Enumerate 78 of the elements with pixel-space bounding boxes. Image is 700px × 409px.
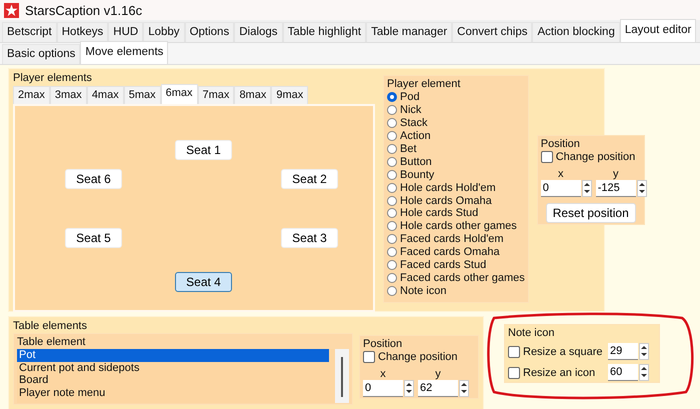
group-title: Player elements	[13, 71, 92, 85]
number-field[interactable]: 0	[363, 380, 403, 397]
group-title: Player element	[387, 77, 460, 91]
radio-option[interactable]: Faced cards Hold'em	[387, 232, 525, 246]
tab[interactable]: Action blocking	[532, 22, 620, 42]
radio-option[interactable]: Faced cards Stud	[387, 258, 525, 272]
list-item[interactable]: Pot	[17, 349, 329, 362]
checkbox-option[interactable]: Change position	[363, 351, 475, 364]
spin-buttons[interactable]	[459, 380, 469, 397]
tab[interactable]: 6max	[160, 84, 198, 104]
tab[interactable]: HUD	[108, 22, 144, 42]
window-title: StarsCaption v1.16c	[25, 2, 142, 18]
tab[interactable]: Dialogs	[234, 22, 283, 42]
checkbox-option[interactable]: Resize a square	[508, 343, 604, 360]
tab[interactable]: 9max	[271, 86, 308, 104]
tab[interactable]: Betscript	[2, 22, 57, 42]
seat-button[interactable]: Seat 4	[175, 272, 232, 292]
radio-option[interactable]: Action	[387, 130, 525, 143]
radio-option[interactable]: Faced cards Omaha	[387, 246, 525, 259]
radio-option[interactable]: Hole cards Stud	[387, 207, 525, 220]
spin-buttons[interactable]	[639, 343, 649, 360]
number-field[interactable]: 60	[608, 364, 638, 381]
axis-label: x	[556, 168, 564, 180]
star-logo-icon	[4, 2, 19, 18]
group-title: Position	[540, 137, 580, 151]
tab[interactable]: Table manager	[366, 22, 452, 42]
radio-option[interactable]: Hole cards other games	[387, 220, 525, 233]
tab[interactable]: Lobby	[143, 22, 185, 42]
checkbox-option[interactable]: Change position	[540, 151, 641, 164]
spin-buttons[interactable]	[582, 180, 592, 197]
tab[interactable]: 5max	[124, 86, 161, 104]
number-field[interactable]: 62	[418, 380, 458, 397]
seat-button[interactable]: Seat 6	[65, 169, 122, 189]
seat-button[interactable]: Seat 5	[65, 228, 122, 248]
spin-buttons[interactable]	[639, 364, 649, 381]
tab[interactable]: 7max	[198, 86, 234, 104]
group-title: Note icon	[508, 326, 554, 340]
number-field[interactable]: -125	[596, 180, 636, 197]
radio-option[interactable]: Button	[387, 155, 525, 168]
tab[interactable]: Convert chips	[452, 22, 532, 42]
group-title: Position	[363, 337, 402, 351]
tab[interactable]: Options	[184, 22, 234, 42]
tab[interactable]: Table highlight	[282, 22, 366, 42]
tab[interactable]: 4max	[86, 86, 124, 104]
radio-option[interactable]: Nick	[387, 104, 525, 117]
radio-option[interactable]: Stack	[387, 116, 525, 130]
list-item[interactable]: Board	[17, 374, 329, 386]
spin-buttons[interactable]	[404, 380, 414, 397]
scrollbar[interactable]	[335, 349, 349, 403]
radio-option[interactable]: Faced cards other games	[387, 271, 525, 284]
list-item[interactable]: Player note menu	[17, 386, 329, 399]
reset-position-button[interactable]: Reset position	[546, 202, 636, 223]
seat-button[interactable]: Seat 1	[175, 140, 232, 160]
list-item[interactable]: Current pot and sidepots	[17, 362, 329, 374]
number-field[interactable]: 0	[540, 180, 581, 197]
radio-option[interactable]: Hole cards Omaha	[387, 194, 525, 208]
tab[interactable]: 2max	[13, 86, 50, 104]
tab[interactable]: 8max	[234, 86, 272, 104]
radio-option[interactable]: Hole cards Hold'em	[387, 181, 525, 194]
axis-label: y	[434, 368, 442, 380]
tab[interactable]: Move elements	[80, 41, 168, 64]
group-title: Table elements	[13, 319, 87, 333]
seat-button[interactable]: Seat 3	[281, 228, 338, 248]
axis-label: y	[612, 168, 620, 180]
radio-option[interactable]: Bounty	[387, 168, 525, 182]
tab[interactable]: 3max	[50, 86, 87, 104]
number-field[interactable]: 29	[608, 343, 638, 360]
group-title: Table element	[17, 335, 86, 349]
radio-option[interactable]: Pod	[387, 91, 525, 104]
axis-label: x	[379, 368, 387, 380]
seat-button[interactable]: Seat 2	[281, 169, 338, 189]
radio-option[interactable]: Note icon	[387, 284, 525, 298]
tab[interactable]: Basic options	[2, 44, 80, 64]
tab[interactable]: Layout editor	[620, 19, 696, 42]
radio-option[interactable]: Bet	[387, 142, 525, 156]
tab[interactable]: Hotkeys	[56, 22, 108, 42]
checkbox-option[interactable]: Resize an icon	[508, 364, 604, 381]
spin-buttons[interactable]	[636, 180, 647, 197]
